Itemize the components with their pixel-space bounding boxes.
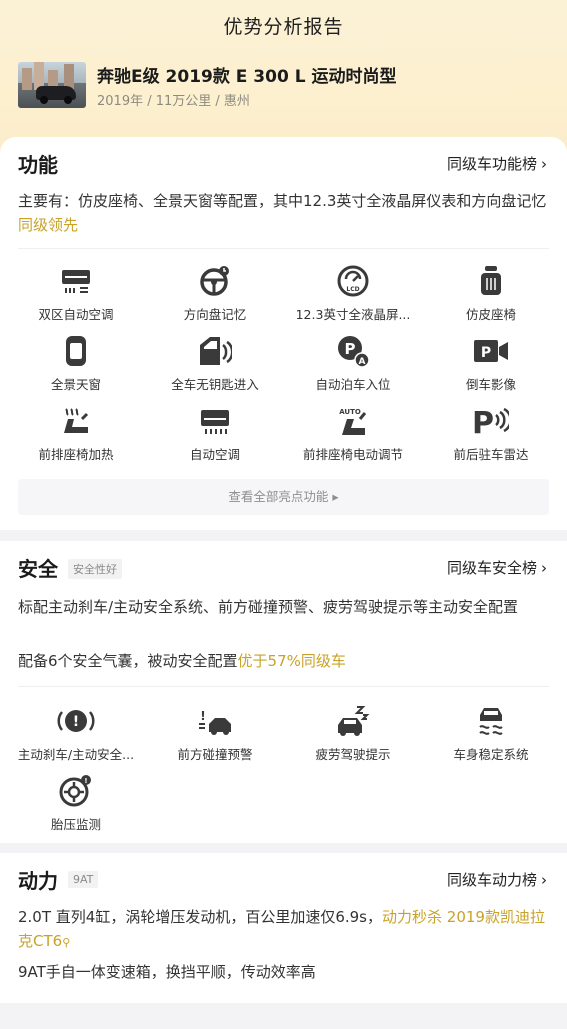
chevron-right-icon: ›	[541, 559, 547, 577]
power-section: 动力 9AT 同级车动力榜 › 2.0T 直列4缸，涡轮增压发动机，百公里加速仅6…	[0, 853, 567, 1003]
leather-seat-icon	[471, 263, 511, 299]
safety-line-2-text: 配备6个安全气囊，被动安全配置	[18, 652, 238, 670]
safety-label: 车身稳定系统	[453, 747, 529, 762]
feature-label: 方向盘记忆	[183, 307, 247, 322]
safety-item[interactable]: ! 主动刹车/主动安全...	[10, 703, 142, 763]
search-icon: ⚲	[62, 936, 71, 949]
tire-pressure-icon: !	[56, 773, 96, 809]
feature-label: 倒车影像	[465, 377, 516, 392]
svg-text:P: P	[473, 406, 494, 437]
safety-label: 胎压监测	[50, 817, 101, 832]
view-all-features-button[interactable]: 查看全部亮点功能 ▸	[18, 479, 549, 515]
fatigue-alert-icon	[333, 703, 373, 739]
car-thumbnail[interactable]	[18, 62, 86, 108]
power-rank-link[interactable]: 同级车动力榜 ›	[447, 869, 547, 890]
lcd-gauge-icon: LCD	[333, 263, 373, 299]
active-brake-icon: !	[56, 703, 96, 739]
feature-item[interactable]: 前排座椅加热	[10, 403, 142, 463]
safety-item[interactable]: 车身稳定系统	[425, 703, 557, 763]
safety-section: 安全 安全性好 同级车安全榜 › 标配主动刹车/主动安全系统、前方碰撞预警、疲劳驾…	[0, 541, 567, 843]
feature-item[interactable]: 仿皮座椅	[425, 263, 557, 323]
safety-line-1: 标配主动刹车/主动安全系统、前方碰撞预警、疲劳驾驶提示等主动安全配置	[18, 598, 519, 616]
safety-item[interactable]: 疲劳驾驶提示	[287, 703, 419, 763]
svg-text:LCD: LCD	[346, 286, 359, 293]
svg-text:A: A	[359, 357, 366, 367]
function-section: 功能 同级车功能榜 › 主要有：仿皮座椅、全景天窗等配置，其中12.3英寸全液晶屏…	[0, 137, 567, 530]
stability-control-icon	[471, 703, 511, 739]
svg-text:!: !	[73, 714, 79, 730]
page-title: 优势分析报告	[223, 16, 344, 38]
chevron-right-icon: ›	[541, 871, 547, 889]
auto-parking-icon: PA	[333, 333, 373, 369]
power-seat-icon: AUTO	[333, 403, 373, 439]
feature-label: 前排座椅加热	[38, 447, 114, 462]
power-title: 动力	[18, 869, 58, 893]
svg-text:P: P	[481, 345, 491, 361]
keyless-entry-icon	[195, 333, 235, 369]
feature-label: 双区自动空调	[38, 307, 114, 322]
safety-label: 疲劳驾驶提示	[315, 747, 391, 762]
function-summary-text: 主要有：仿皮座椅、全景天窗等配置，其中12.3英寸全液晶屏仪表和方向盘记忆	[18, 192, 547, 210]
svg-text:!: !	[200, 709, 205, 723]
steering-wheel-icon	[195, 263, 235, 299]
divider	[18, 248, 549, 249]
panoramic-sunroof-icon	[56, 333, 96, 369]
car-meta: 2019年 / 11万公里 / 惠州	[97, 94, 250, 109]
feature-label: 仿皮座椅	[465, 307, 516, 322]
collision-warning-icon: !	[195, 703, 235, 739]
feature-item[interactable]: 方向盘记忆	[149, 263, 281, 323]
feature-item[interactable]: PA 自动泊车入位	[287, 333, 419, 393]
safety-item[interactable]: ! 胎压监测	[10, 773, 142, 833]
svg-text:P: P	[345, 340, 356, 358]
function-title: 功能	[18, 153, 58, 177]
seat-heating-icon	[56, 403, 96, 439]
safety-tag: 安全性好	[68, 559, 122, 579]
reverse-camera-icon: P	[471, 333, 511, 369]
parking-radar-icon: P	[471, 403, 511, 439]
chevron-right-icon: ›	[541, 155, 547, 173]
safety-highlight: 优于57%同级车	[237, 652, 346, 670]
safety-item[interactable]: ! 前方碰撞预警	[149, 703, 281, 763]
car-name: 奔驰E级 2019款 E 300 L 运动时尚型	[97, 67, 397, 87]
function-summary-highlight: 同级领先	[18, 216, 79, 234]
power-line-2: 9AT手自一体变速箱，换挡平顺，传动效率高	[18, 963, 316, 981]
feature-item[interactable]: 双区自动空调	[10, 263, 142, 323]
feature-label: 前后驻车雷达	[453, 447, 529, 462]
power-line-1: 2.0T 直列4缸，涡轮增压发动机，百公里加速仅6.9s，动力秒杀 2019款凯…	[18, 905, 548, 955]
feature-item[interactable]: 全景天窗	[10, 333, 142, 393]
safety-label: 主动刹车/主动安全...	[17, 747, 135, 762]
feature-item[interactable]: LCD 12.3英寸全液晶屏...	[287, 263, 419, 323]
safety-line-2: 配备6个安全气囊，被动安全配置优于57%同级车	[18, 649, 548, 673]
power-line-1-text: 2.0T 直列4缸，涡轮增压发动机，百公里加速仅6.9s，	[18, 908, 383, 926]
function-rank-link-label: 同级车功能榜	[446, 155, 537, 173]
feature-label: 全车无钥匙进入	[171, 377, 259, 392]
function-rank-link[interactable]: 同级车功能榜 ›	[447, 153, 547, 174]
svg-text:!: !	[84, 777, 87, 785]
function-summary: 主要有：仿皮座椅、全景天窗等配置，其中12.3英寸全液晶屏仪表和方向盘记忆同级领…	[18, 189, 548, 237]
feature-label: 自动泊车入位	[315, 377, 391, 392]
feature-item[interactable]: P 前后驻车雷达	[425, 403, 557, 463]
feature-item[interactable]: AUTO 前排座椅电动调节	[287, 403, 419, 463]
safety-rank-link-label: 同级车安全榜	[446, 559, 537, 577]
feature-item[interactable]: 全车无钥匙进入	[149, 333, 281, 393]
feature-item[interactable]: P 倒车影像	[425, 333, 557, 393]
divider	[18, 686, 549, 687]
safety-rank-link[interactable]: 同级车安全榜 ›	[447, 557, 547, 578]
safety-title: 安全	[18, 557, 58, 581]
svg-text:AUTO: AUTO	[339, 408, 361, 416]
feature-label: 自动空调	[189, 447, 240, 462]
feature-label: 12.3英寸全液晶屏...	[295, 307, 411, 322]
feature-label: 全景天窗	[50, 377, 101, 392]
auto-ac-icon	[195, 403, 235, 439]
power-tag: 9AT	[68, 871, 99, 888]
power-rank-link-label: 同级车动力榜	[446, 871, 537, 889]
dual-zone-ac-icon	[56, 263, 96, 299]
feature-label: 前排座椅电动调节	[302, 447, 403, 462]
feature-item[interactable]: 自动空调	[149, 403, 281, 463]
safety-label: 前方碰撞预警	[177, 747, 253, 762]
